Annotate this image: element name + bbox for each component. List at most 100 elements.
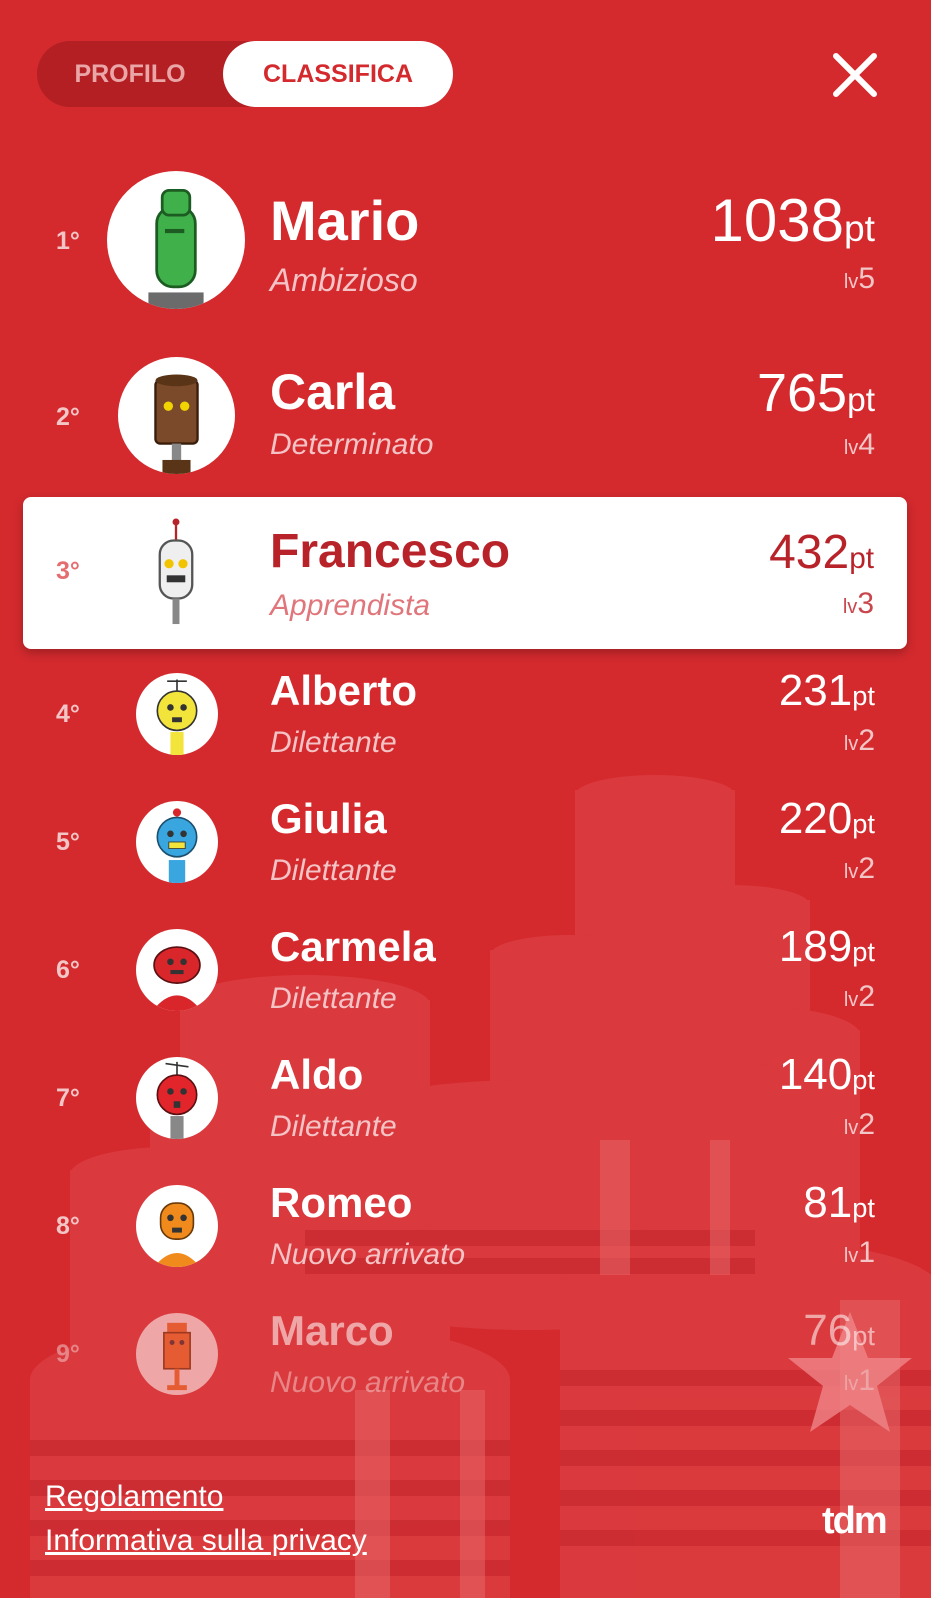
points-unit: pt	[843, 207, 875, 249]
leaderboard-row[interactable]: 4° Alberto Dilettante 231pt lv2	[0, 666, 931, 778]
rank-label: 2°	[56, 403, 80, 431]
close-icon	[833, 53, 877, 97]
points-value: 432	[769, 526, 850, 579]
player-title: Dilettante	[270, 854, 397, 887]
player-points: 76pt	[803, 1306, 875, 1356]
leaderboard-row[interactable]: 9° Marco Nuovo arrivato 76pt lv1	[0, 1306, 931, 1418]
player-name: Romeo	[270, 1179, 413, 1226]
points-value: 231	[778, 666, 853, 715]
rank-label: 9°	[56, 1340, 80, 1368]
points-value: 76	[803, 1306, 853, 1355]
player-level: lv5	[844, 262, 875, 296]
rank-label: 3°	[56, 557, 80, 585]
points-unit: pt	[849, 542, 874, 575]
level-value: 3	[857, 587, 874, 620]
player-title: Dilettante	[270, 982, 397, 1015]
points-value: 189	[778, 922, 853, 971]
points-unit: pt	[852, 1192, 875, 1223]
player-points: 231pt	[779, 666, 875, 716]
leaderboard-row[interactable]: 8° Romeo Nuovo arrivato 81pt lv1	[0, 1178, 931, 1290]
player-level: lv2	[844, 1108, 875, 1142]
player-title: Dilettante	[270, 1110, 397, 1143]
orange-box-robot-avatar	[136, 1313, 218, 1395]
player-level: lv2	[844, 980, 875, 1014]
leaderboard-row[interactable]: 6° Carmela Dilettante 189pt lv2	[0, 922, 931, 1034]
leaderboard-list: 1° Mario Ambizioso 1038pt lv5 2° Carla D…	[0, 0, 931, 1598]
white-robot-avatar	[118, 515, 234, 631]
tab-leaderboard[interactable]: CLASSIFICA	[223, 41, 453, 107]
player-name: Mario	[270, 189, 420, 252]
rules-link[interactable]: Regolamento	[45, 1480, 223, 1514]
player-title: Nuovo arrivato	[270, 1238, 466, 1271]
rank-label: 4°	[56, 700, 80, 728]
level-value: 1	[858, 1236, 875, 1269]
player-title: Apprendista	[270, 589, 431, 622]
player-points: 189pt	[779, 922, 875, 972]
points-value: 1038	[710, 187, 844, 254]
level-value: 1	[858, 1364, 875, 1397]
blue-robot-avatar	[136, 801, 218, 883]
level-prefix: lv	[843, 271, 859, 293]
points-unit: pt	[852, 808, 875, 839]
level-prefix: lv	[843, 437, 859, 459]
close-button[interactable]	[830, 50, 880, 100]
brand-logo: tdm	[822, 1500, 888, 1542]
points-unit: pt	[852, 1320, 875, 1351]
level-prefix: lv	[843, 1245, 859, 1267]
player-level: lv2	[844, 724, 875, 758]
points-unit: pt	[852, 1064, 875, 1095]
player-points: 432pt	[769, 525, 874, 580]
brown-robot-avatar	[118, 357, 235, 474]
green-robot-avatar	[107, 171, 245, 309]
points-value: 140	[778, 1050, 853, 1099]
player-level: lv1	[844, 1364, 875, 1398]
level-prefix: lv	[843, 861, 859, 883]
rank-label: 8°	[56, 1212, 80, 1240]
player-name: Francesco	[270, 525, 511, 578]
level-prefix: lv	[842, 596, 858, 618]
points-value: 220	[778, 794, 853, 843]
leaderboard-row[interactable]: 5° Giulia Dilettante 220pt lv2	[0, 794, 931, 906]
level-prefix: lv	[843, 1373, 859, 1395]
points-unit: pt	[852, 680, 875, 711]
player-name: Aldo	[270, 1051, 364, 1098]
player-points: 765pt	[757, 362, 875, 424]
player-title: Dilettante	[270, 726, 397, 759]
leaderboard-row[interactable]: 2° Carla Determinato 765pt lv4	[0, 355, 931, 475]
tab-switcher: PROFILO CLASSIFICA	[37, 41, 453, 107]
player-level: lv4	[844, 428, 875, 462]
points-unit: pt	[847, 382, 875, 419]
player-title: Nuovo arrivato	[270, 1366, 466, 1399]
orange-robot-avatar	[136, 1185, 218, 1267]
rank-label: 5°	[56, 828, 80, 856]
yellow-robot-avatar	[136, 673, 218, 755]
points-unit: pt	[852, 936, 875, 967]
points-value: 765	[756, 363, 848, 423]
player-name: Giulia	[270, 795, 387, 842]
red-robot-avatar	[136, 929, 218, 1011]
player-name: Marco	[270, 1307, 394, 1354]
leaderboard-row[interactable]: 7° Aldo Dilettante 140pt lv2	[0, 1050, 931, 1162]
player-level: lv3	[843, 587, 874, 621]
player-name: Carla	[270, 364, 396, 420]
player-title: Ambizioso	[270, 262, 418, 298]
player-points: 220pt	[779, 794, 875, 844]
red-antenna-robot-avatar	[136, 1057, 218, 1139]
level-value: 2	[858, 852, 875, 885]
privacy-policy-link[interactable]: Informativa sulla privacy	[45, 1524, 367, 1558]
tab-profile[interactable]: PROFILO	[37, 41, 223, 107]
player-name: Alberto	[270, 667, 417, 714]
level-value: 5	[858, 262, 875, 295]
player-name: Carmela	[270, 923, 436, 970]
level-prefix: lv	[843, 1117, 859, 1139]
leaderboard-row[interactable]: 1° Mario Ambizioso 1038pt lv5	[0, 170, 931, 310]
level-prefix: lv	[843, 989, 859, 1011]
player-level: lv2	[844, 852, 875, 886]
player-title: Determinato	[270, 428, 434, 461]
points-value: 81	[803, 1178, 853, 1227]
level-value: 2	[858, 724, 875, 757]
player-points: 81pt	[803, 1178, 875, 1228]
player-level: lv1	[844, 1236, 875, 1270]
leaderboard-row-current-user[interactable]: 3° Francesco Apprendista 432pt lv3	[23, 497, 907, 649]
player-points: 1038pt	[711, 186, 876, 255]
